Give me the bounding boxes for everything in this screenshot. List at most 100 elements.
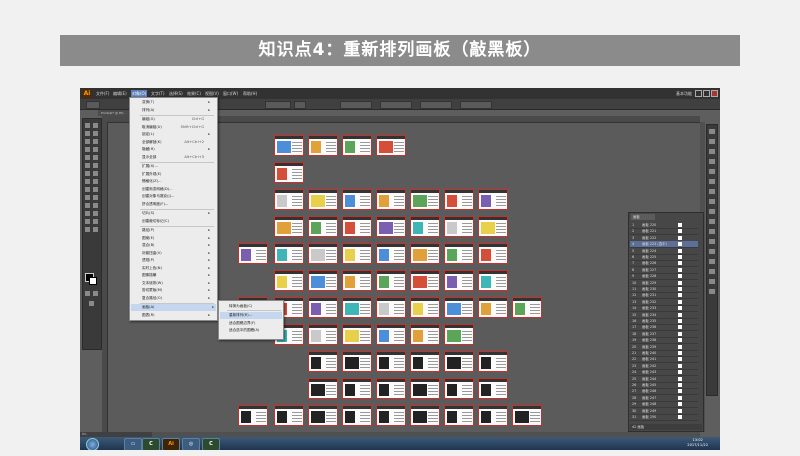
artboard-options-icon[interactable]	[678, 331, 682, 336]
windows-start-icon[interactable]	[86, 438, 99, 450]
artboard-thumbnail[interactable]	[342, 378, 372, 399]
artboard-thumbnail[interactable]	[238, 405, 268, 426]
artboard-options-icon[interactable]	[678, 408, 682, 413]
close-icon[interactable]	[711, 90, 718, 97]
object-menu-item[interactable]: 编组(G) Ctrl+G	[142, 116, 212, 123]
artboard-thumbnail[interactable]	[410, 405, 440, 426]
object-menu-item[interactable]: 变换(T) ▸	[142, 99, 212, 106]
object-menu-item[interactable]: 图表(R) ▸	[142, 312, 212, 319]
object-menu-item[interactable]: 切片(S) ▸	[142, 210, 212, 217]
minimize-icon[interactable]	[695, 90, 702, 97]
artboard-thumbnail[interactable]	[238, 243, 268, 264]
artboard-options-icon[interactable]	[678, 389, 682, 394]
artboard-thumbnail[interactable]	[410, 378, 440, 399]
artboard-thumbnail[interactable]	[376, 243, 406, 264]
transform-panel-icon[interactable]	[709, 259, 715, 264]
pathfinder-panel-icon[interactable]	[709, 249, 715, 254]
artboard-thumbnail[interactable]	[444, 243, 474, 264]
control-field[interactable]	[294, 101, 306, 109]
artboard-submenu-item[interactable]: 适合选中的图稿(A)	[229, 327, 281, 334]
artboard-thumbnail[interactable]	[342, 216, 372, 237]
artboard-thumbnail[interactable]	[410, 189, 440, 210]
artboard-thumbnail[interactable]	[410, 351, 440, 372]
free-transform-tool-icon[interactable]	[93, 179, 98, 184]
artboard-thumbnail[interactable]	[308, 189, 338, 210]
artboard-thumbnail[interactable]	[342, 243, 372, 264]
artboard-thumbnail[interactable]	[478, 297, 508, 318]
hand-tool-icon[interactable]	[85, 227, 90, 232]
menu-help[interactable]: 帮助(H)	[243, 91, 257, 97]
artboard-thumbnail[interactable]	[342, 324, 372, 345]
artboard-thumbnail[interactable]	[376, 378, 406, 399]
artboard-options-icon[interactable]	[678, 376, 682, 381]
object-menu-item[interactable]: 创建渐变网格(D)...	[142, 186, 212, 193]
gradient-mode-icon[interactable]	[93, 291, 98, 296]
artboard-options-icon[interactable]	[678, 319, 682, 323]
object-menu-item[interactable]: 扩展(X)...	[142, 163, 212, 170]
artboard-thumbnail[interactable]	[444, 216, 474, 237]
artboard-options-icon[interactable]	[678, 287, 682, 291]
artboard-options-icon[interactable]	[678, 261, 682, 266]
camtasia-taskbar-icon[interactable]: C	[142, 438, 160, 450]
artboard-thumbnail[interactable]	[308, 405, 338, 426]
object-menu-item[interactable]: 全部解锁(K) Alt+Ctrl+2	[142, 139, 212, 146]
object-menu-item[interactable]: 排列(A) ▸	[142, 107, 212, 114]
artboard-thumbnail[interactable]	[376, 324, 406, 345]
links-panel-icon[interactable]	[709, 289, 715, 294]
artboard-options-icon[interactable]	[678, 357, 682, 362]
artboard-options-icon[interactable]	[678, 312, 682, 317]
slice-tool-icon[interactable]	[93, 219, 98, 224]
symbol-sprayer-tool-icon[interactable]	[85, 211, 90, 216]
object-menu-item[interactable]: 图像描摹 ▸	[142, 272, 212, 279]
artboard-options-icon[interactable]	[678, 383, 682, 387]
artboard-thumbnail[interactable]	[512, 297, 542, 318]
symbols-panel-icon[interactable]	[709, 159, 715, 164]
control-field[interactable]	[265, 101, 291, 109]
artboard-thumbnail[interactable]	[308, 378, 338, 399]
artboard-options-icon[interactable]	[678, 255, 682, 259]
artboard-options-icon[interactable]	[678, 363, 682, 368]
align-panel-icon[interactable]	[709, 239, 715, 244]
artboard-thumbnail[interactable]	[274, 216, 304, 237]
shape-builder-tool-icon[interactable]	[85, 187, 90, 192]
illustrator-logo-icon[interactable]: Ai	[82, 89, 92, 98]
object-menu-item[interactable]: 封套扭曲(V) ▸	[142, 250, 212, 257]
artboard-thumbnail[interactable]	[342, 405, 372, 426]
artboard-thumbnail[interactable]	[478, 270, 508, 291]
artboard-thumbnail[interactable]	[376, 189, 406, 210]
artboard-submenu-item[interactable]: 适合图稿边界(F)	[229, 320, 281, 327]
object-menu-item[interactable]: 隐藏(H) ▸	[142, 146, 212, 153]
magic-wand-tool-icon[interactable]	[85, 131, 90, 136]
gradient-panel-icon[interactable]	[709, 179, 715, 184]
artboard-thumbnail[interactable]	[478, 243, 508, 264]
artboard-thumbnail[interactable]	[478, 216, 508, 237]
artboard-submenu-item[interactable]: 转换为画板(C)	[229, 303, 281, 310]
menu-file[interactable]: 文件(F)	[96, 91, 109, 97]
artboard-options-icon[interactable]	[678, 306, 682, 311]
artboard-options-icon[interactable]	[678, 248, 682, 253]
artboard-thumbnail[interactable]	[410, 243, 440, 264]
artboard-thumbnail[interactable]	[444, 324, 474, 345]
artboard-thumbnail[interactable]	[342, 351, 372, 372]
object-menu-item[interactable]: 创建对象马赛克(J)...	[142, 193, 212, 200]
artboard-thumbnail[interactable]	[376, 135, 406, 156]
selection-tool-icon[interactable]	[85, 123, 90, 128]
illustrator-taskbar-icon[interactable]: Ai	[162, 438, 180, 450]
artboard-thumbnail[interactable]	[274, 189, 304, 210]
object-menu-item[interactable]: 图案(E) ▸	[142, 235, 212, 242]
artboard-thumbnail[interactable]	[308, 243, 338, 264]
stroke-panel-icon[interactable]	[709, 169, 715, 174]
artboard-thumbnail[interactable]	[478, 405, 508, 426]
object-menu-item[interactable]: 创建裁切标记(C)	[142, 218, 212, 225]
artboard-options-icon[interactable]	[678, 293, 682, 298]
object-menu-item[interactable]: 拼合透明度(F)...	[142, 201, 212, 208]
y-field[interactable]	[380, 101, 412, 109]
width-field[interactable]	[420, 101, 452, 109]
artboard-thumbnail[interactable]	[308, 270, 338, 291]
graph-tool-icon[interactable]	[93, 211, 98, 216]
artboard-thumbnail[interactable]	[376, 351, 406, 372]
artboard-thumbnail[interactable]	[376, 270, 406, 291]
browser-taskbar-icon[interactable]: ◎	[182, 438, 200, 450]
artboard-thumbnail[interactable]	[376, 297, 406, 318]
x-field[interactable]	[340, 101, 372, 109]
